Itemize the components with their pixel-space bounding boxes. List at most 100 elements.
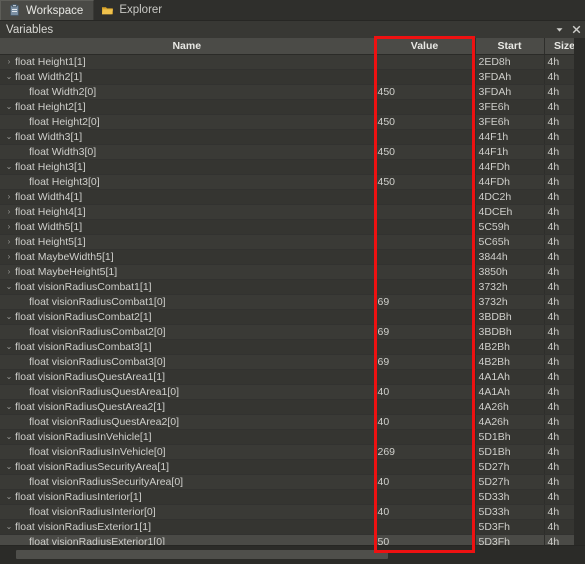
table-row[interactable]: ⌄ float visionRadiusQuestArea2[1] 4A26h 4h: [0, 399, 585, 415]
vertical-scrollbar[interactable]: [574, 38, 585, 545]
chevron-down-icon[interactable]: ⌄: [3, 282, 15, 291]
cell-value[interactable]: 69: [374, 294, 476, 310]
table-row[interactable]: float visionRadiusQuestArea2[0] 40 4A26h 4h: [0, 414, 585, 430]
cell-value[interactable]: [374, 519, 476, 535]
table-row[interactable]: ⌄ float visionRadiusInterior[1] 5D33h 4h: [0, 489, 585, 505]
table-row[interactable]: › float MaybeWidth5[1] 3844h 4h: [0, 249, 585, 265]
table-row[interactable]: ⌄ float visionRadiusCombat2[1] 3BDBh 4h: [0, 309, 585, 325]
cell-value[interactable]: [374, 264, 476, 280]
cell-value[interactable]: [374, 159, 476, 175]
table-row[interactable]: float Height2[0] 450 3FE6h 4h: [0, 114, 585, 130]
chevron-down-icon[interactable]: ⌄: [3, 372, 15, 381]
chevron-down-icon[interactable]: ⌄: [3, 162, 15, 171]
cell-value[interactable]: 450: [374, 84, 476, 100]
table-row[interactable]: float visionRadiusCombat3[0] 69 4B2Bh 4h: [0, 354, 585, 370]
cell-name: float visionRadiusSecurityArea[0]: [0, 474, 375, 490]
table-row[interactable]: float visionRadiusInVehicle[0] 269 5D1Bh 4h: [0, 444, 585, 460]
table-row[interactable]: ⌄ float visionRadiusSecurityArea[1] 5D27h 4…: [0, 459, 585, 475]
cell-value[interactable]: [374, 489, 476, 505]
table-row[interactable]: float visionRadiusQuestArea1[0] 40 4A1Ah 4h: [0, 384, 585, 400]
variables-grid[interactable]: Name Value Start Size › float Height1[1] 2…: [0, 38, 585, 545]
table-row[interactable]: › float Height4[1] 4DCEh 4h: [0, 204, 585, 220]
cell-value[interactable]: 40: [374, 414, 476, 430]
cell-value[interactable]: [374, 309, 476, 325]
table-row[interactable]: › float Height5[1] 5C65h 4h: [0, 234, 585, 250]
variable-name-label: float Height5[1]: [15, 235, 86, 248]
table-row[interactable]: › float MaybeHeight5[1] 3850h 4h: [0, 264, 585, 280]
table-row[interactable]: ⌄ float visionRadiusExterior1[1] 5D3Fh 4h: [0, 519, 585, 535]
cell-start: 4A26h: [475, 414, 545, 430]
close-icon[interactable]: [571, 24, 582, 35]
table-row[interactable]: ⌄ float Height2[1] 3FE6h 4h: [0, 99, 585, 115]
table-row[interactable]: float visionRadiusCombat1[0] 69 3732h 4h: [0, 294, 585, 310]
column-header-value[interactable]: Value: [374, 38, 476, 55]
chevron-right-icon[interactable]: ›: [3, 252, 15, 261]
chevron-down-icon[interactable]: ⌄: [3, 312, 15, 321]
cell-value[interactable]: 450: [374, 114, 476, 130]
cell-value[interactable]: [374, 429, 476, 445]
chevron-right-icon[interactable]: ›: [3, 207, 15, 216]
cell-value[interactable]: 450: [374, 174, 476, 190]
horizontal-scrollbar[interactable]: [0, 545, 585, 564]
table-row[interactable]: ⌄ float visionRadiusCombat1[1] 3732h 4h: [0, 279, 585, 295]
table-row[interactable]: › float Width5[1] 5C59h 4h: [0, 219, 585, 235]
table-row[interactable]: float visionRadiusSecurityArea[0] 40 5D27h…: [0, 474, 585, 490]
cell-value[interactable]: 269: [374, 444, 476, 460]
chevron-down-icon[interactable]: ⌄: [3, 462, 15, 471]
cell-value[interactable]: 450: [374, 144, 476, 160]
chevron-right-icon[interactable]: ›: [3, 192, 15, 201]
chevron-down-icon[interactable]: ⌄: [3, 432, 15, 441]
chevron-right-icon[interactable]: ›: [3, 222, 15, 231]
chevron-down-icon[interactable]: [554, 24, 565, 35]
chevron-down-icon[interactable]: ⌄: [3, 132, 15, 141]
column-header-name[interactable]: Name: [0, 38, 375, 55]
chevron-right-icon[interactable]: ›: [3, 267, 15, 276]
cell-value[interactable]: [374, 99, 476, 115]
table-row[interactable]: float visionRadiusInterior[0] 40 5D33h 4h: [0, 504, 585, 520]
table-row[interactable]: ⌄ float visionRadiusCombat3[1] 4B2Bh 4h: [0, 339, 585, 355]
cell-value[interactable]: 40: [374, 384, 476, 400]
chevron-down-icon[interactable]: ⌄: [3, 522, 15, 531]
cell-value[interactable]: [374, 339, 476, 355]
table-row[interactable]: float Width3[0] 450 44F1h 4h: [0, 144, 585, 160]
horizontal-scrollbar-thumb[interactable]: [16, 550, 388, 559]
cell-value[interactable]: [374, 69, 476, 85]
table-row[interactable]: › float Width4[1] 4DC2h 4h: [0, 189, 585, 205]
table-row[interactable]: float visionRadiusCombat2[0] 69 3BDBh 4h: [0, 324, 585, 340]
chevron-down-icon[interactable]: ⌄: [3, 492, 15, 501]
chevron-down-icon[interactable]: ⌄: [3, 72, 15, 81]
cell-value[interactable]: [374, 369, 476, 385]
chevron-down-icon[interactable]: ⌄: [3, 402, 15, 411]
tab-explorer[interactable]: Explorer: [94, 0, 172, 20]
cell-value[interactable]: [374, 399, 476, 415]
cell-value[interactable]: [374, 54, 476, 70]
cell-value[interactable]: 50: [374, 534, 476, 545]
cell-value[interactable]: [374, 459, 476, 475]
cell-value[interactable]: [374, 204, 476, 220]
chevron-down-icon[interactable]: ⌄: [3, 102, 15, 111]
table-row[interactable]: ⌄ float Width3[1] 44F1h 4h: [0, 129, 585, 145]
table-row[interactable]: float visionRadiusExterior1[0] 50 5D3Fh 4h: [0, 534, 585, 545]
cell-value[interactable]: 40: [374, 474, 476, 490]
cell-value[interactable]: [374, 189, 476, 205]
table-row[interactable]: ⌄ float Height3[1] 44FDh 4h: [0, 159, 585, 175]
column-header-start[interactable]: Start: [475, 38, 545, 55]
cell-value[interactable]: 69: [374, 354, 476, 370]
cell-value[interactable]: [374, 129, 476, 145]
table-row[interactable]: float Height3[0] 450 44FDh 4h: [0, 174, 585, 190]
cell-value[interactable]: [374, 219, 476, 235]
table-row[interactable]: ⌄ float Width2[1] 3FDAh 4h: [0, 69, 585, 85]
chevron-right-icon[interactable]: ›: [3, 237, 15, 246]
chevron-right-icon[interactable]: ›: [3, 57, 15, 66]
tab-workspace[interactable]: Workspace: [0, 0, 95, 20]
cell-value[interactable]: 69: [374, 324, 476, 340]
cell-value[interactable]: [374, 249, 476, 265]
table-row[interactable]: ⌄ float visionRadiusInVehicle[1] 5D1Bh 4h: [0, 429, 585, 445]
chevron-down-icon[interactable]: ⌄: [3, 342, 15, 351]
cell-value[interactable]: [374, 279, 476, 295]
table-row[interactable]: float Width2[0] 450 3FDAh 4h: [0, 84, 585, 100]
cell-value[interactable]: 40: [374, 504, 476, 520]
table-row[interactable]: › float Height1[1] 2ED8h 4h: [0, 54, 585, 70]
cell-value[interactable]: [374, 234, 476, 250]
table-row[interactable]: ⌄ float visionRadiusQuestArea1[1] 4A1Ah 4h: [0, 369, 585, 385]
